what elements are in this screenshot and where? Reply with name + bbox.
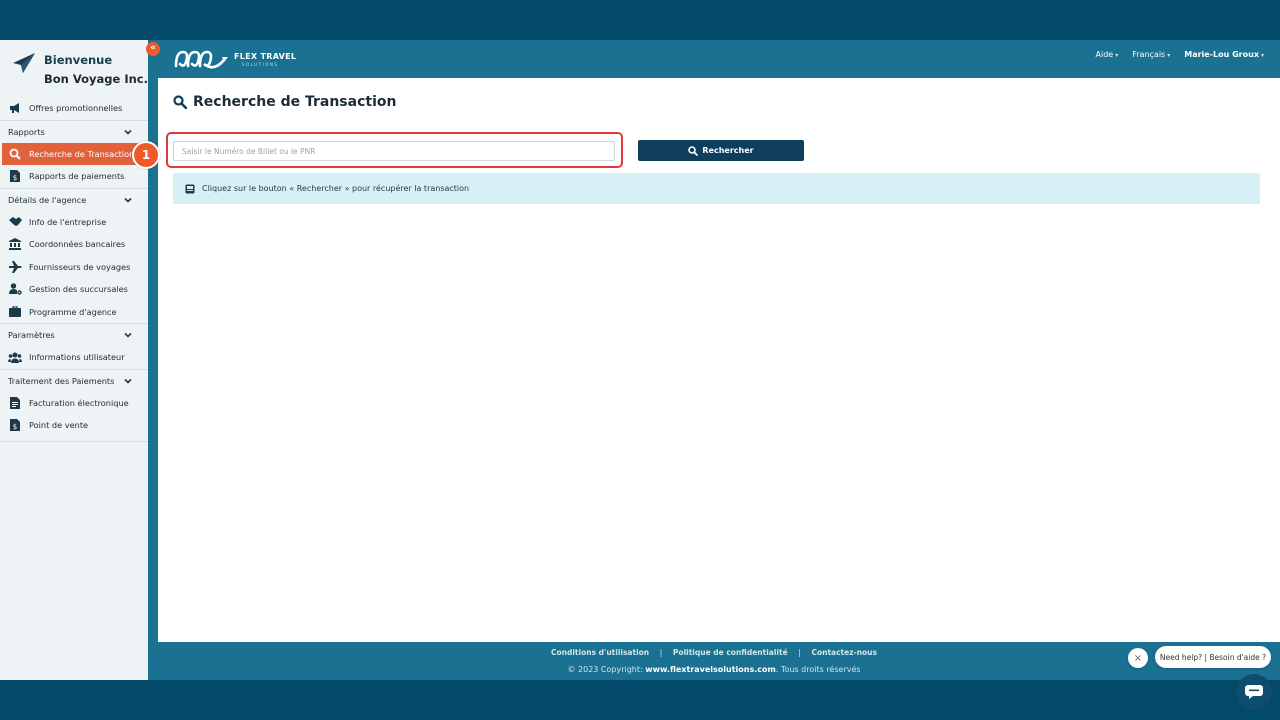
sidebar-item-rapports-paiements[interactable]: $ Rapports de paiements xyxy=(0,165,148,188)
inbox-icon xyxy=(185,184,195,193)
company-name: Bon Voyage Inc. xyxy=(44,72,148,86)
sidebar-item-label: Informations utilisateur xyxy=(29,352,125,363)
welcome-text: Bienvenue xyxy=(44,53,113,67)
sidebar-nav: Offres promotionnelles Rapports Recherch… xyxy=(0,97,148,442)
privacy-link[interactable]: Politique de confidentialité xyxy=(673,648,788,657)
svg-text:$: $ xyxy=(13,174,17,182)
search-button-label: Rechercher xyxy=(702,146,754,155)
user-name: Marie-Lou Groux xyxy=(1184,50,1259,59)
sidebar-item-informations-utilisateur[interactable]: Informations utilisateur xyxy=(0,346,148,369)
info-message: Cliquez sur le bouton « Rechercher » pou… xyxy=(173,173,1260,204)
caret-down-icon: ▾ xyxy=(1115,52,1119,59)
svg-text:$: $ xyxy=(13,423,17,431)
sidebar-item-fournisseurs-voyages[interactable]: Fournisseurs de voyages xyxy=(0,256,148,279)
caret-down-icon: ▾ xyxy=(1167,52,1171,59)
search-icon xyxy=(173,95,187,109)
sidebar-item-label: Fournisseurs de voyages xyxy=(29,261,131,272)
sidebar-item-offres-promotionnelles[interactable]: Offres promotionnelles xyxy=(0,97,148,120)
sidebar-item-label: Point de vente xyxy=(29,420,89,431)
flex-travel-logo[interactable]: FLEX TRAVEL SOLUTIONS xyxy=(174,46,296,72)
copyright-rights: . Tous droits réservés xyxy=(775,665,861,674)
copyright: © 2023 Copyright: www.flextravelsolution… xyxy=(148,665,1280,674)
ticket-pnr-search-input[interactable] xyxy=(173,141,615,161)
sidebar-item-label: Gestion des succursales xyxy=(29,284,128,295)
close-help-icon[interactable]: × xyxy=(1128,648,1148,668)
footer-links: Conditions d'utilisation | Politique de … xyxy=(148,648,1280,657)
section-label: Rapports xyxy=(8,126,45,137)
top-bar: FLEX TRAVEL SOLUTIONS Aide ▾ Français ▾ Ma… xyxy=(148,40,1280,78)
sidebar-section-parametres[interactable]: Paramètres xyxy=(0,323,148,346)
logo-subtext: SOLUTIONS xyxy=(242,61,279,67)
sidebar-section-rapports[interactable]: Rapports xyxy=(0,119,148,143)
page-title: Recherche de Transaction xyxy=(173,94,396,110)
help-bubble[interactable]: Need help? | Besoin d'aide ? xyxy=(1155,646,1271,668)
sidebar-item-label: Rapports de paiements xyxy=(29,171,125,182)
sidebar-item-recherche-transaction[interactable]: Recherche de Transaction xyxy=(2,142,142,165)
users-icon xyxy=(8,350,22,364)
sidebar-divider xyxy=(0,440,148,442)
briefcase-icon xyxy=(8,305,22,319)
footer-separator: | xyxy=(798,648,801,657)
language-menu[interactable]: Français ▾ xyxy=(1132,50,1170,59)
caret-down-icon: ▾ xyxy=(1260,52,1264,59)
sidebar-item-label: Offres promotionnelles xyxy=(29,103,123,114)
logo-loops-icon xyxy=(174,50,228,69)
sidebar-item-coordonnees-bancaires[interactable]: Coordonnées bancaires xyxy=(0,233,148,256)
section-label: Détails de l'agence xyxy=(8,194,87,205)
sidebar-item-programme-agence[interactable]: Programme d'agence xyxy=(0,301,148,324)
airplane-icon xyxy=(8,260,22,274)
sidebar-item-point-de-vente[interactable]: $ Point de vente xyxy=(0,414,148,437)
sidebar-item-gestion-succursales[interactable]: Gestion des succursales xyxy=(0,278,148,301)
sidebar-item-label: Info de l'entreprise xyxy=(29,216,107,227)
chevron-down-icon xyxy=(124,378,132,384)
invoice-icon xyxy=(8,396,22,410)
section-label: Paramètres xyxy=(8,330,55,340)
chevron-down-icon xyxy=(124,129,132,135)
help-menu[interactable]: Aide ▾ xyxy=(1096,50,1119,59)
chat-icon xyxy=(1245,685,1263,699)
sidebar-item-facturation-electronique[interactable]: Facturation électronique xyxy=(0,392,148,415)
section-label: Traitement des Paiements xyxy=(8,375,115,386)
top-nav: Aide ▾ Français ▾ Marie-Lou Groux ▾ xyxy=(1096,50,1264,59)
search-icon xyxy=(8,147,22,161)
megaphone-icon xyxy=(8,101,22,115)
chat-button[interactable] xyxy=(1236,674,1272,710)
sidebar-item-label: Facturation électronique xyxy=(29,397,129,408)
sidebar-item-info-entreprise[interactable]: Info de l'entreprise xyxy=(0,211,148,234)
user-menu[interactable]: Marie-Lou Groux ▾ xyxy=(1184,50,1264,59)
chevron-down-icon xyxy=(124,332,132,338)
step-number-badge: 1 xyxy=(132,141,160,169)
collapse-sidebar-button[interactable]: « xyxy=(146,42,160,56)
terms-link[interactable]: Conditions d'utilisation xyxy=(551,648,649,657)
sidebar-brand: Bienvenue Bon Voyage Inc. xyxy=(0,40,148,96)
sidebar-item-label: Recherche de Transaction xyxy=(29,148,135,159)
user-gear-icon xyxy=(8,282,22,296)
chevron-down-icon xyxy=(124,197,132,203)
footer: Conditions d'utilisation | Politique de … xyxy=(148,642,1280,680)
sidebar-section-details-agence[interactable]: Détails de l'agence xyxy=(0,187,148,211)
footer-separator: | xyxy=(659,648,663,657)
handshake-icon xyxy=(8,215,22,229)
logo-text: FLEX TRAVEL xyxy=(234,51,297,61)
sidebar: Bienvenue Bon Voyage Inc. Offres promoti… xyxy=(0,40,148,680)
file-dollar-icon: $ xyxy=(8,169,22,183)
file-dollar-icon: $ xyxy=(8,418,22,432)
sidebar-section-traitement-paiements[interactable]: Traitement des Paiements xyxy=(0,368,148,392)
contact-link[interactable]: Contactez-nous xyxy=(811,648,877,657)
search-button[interactable]: Rechercher xyxy=(638,140,804,161)
app-window: Bienvenue Bon Voyage Inc. Offres promoti… xyxy=(0,40,1280,710)
site-link[interactable]: www.flextravelsolutions.com xyxy=(645,665,776,674)
sidebar-item-label: Coordonnées bancaires xyxy=(29,239,126,250)
info-message-text: Cliquez sur le bouton « Rechercher » pou… xyxy=(202,184,470,193)
language-label: Français xyxy=(1132,50,1166,59)
sidebar-item-label: Programme d'agence xyxy=(29,306,117,317)
main-panel: Recherche de Transaction Rechercher Cliq… xyxy=(158,78,1280,642)
page-title-text: Recherche de Transaction xyxy=(193,94,397,110)
copyright-prefix: © 2023 Copyright: xyxy=(567,665,643,674)
help-label: Aide xyxy=(1095,50,1114,59)
paper-plane-icon xyxy=(13,53,35,73)
search-icon xyxy=(688,145,699,156)
bank-icon xyxy=(8,237,22,251)
